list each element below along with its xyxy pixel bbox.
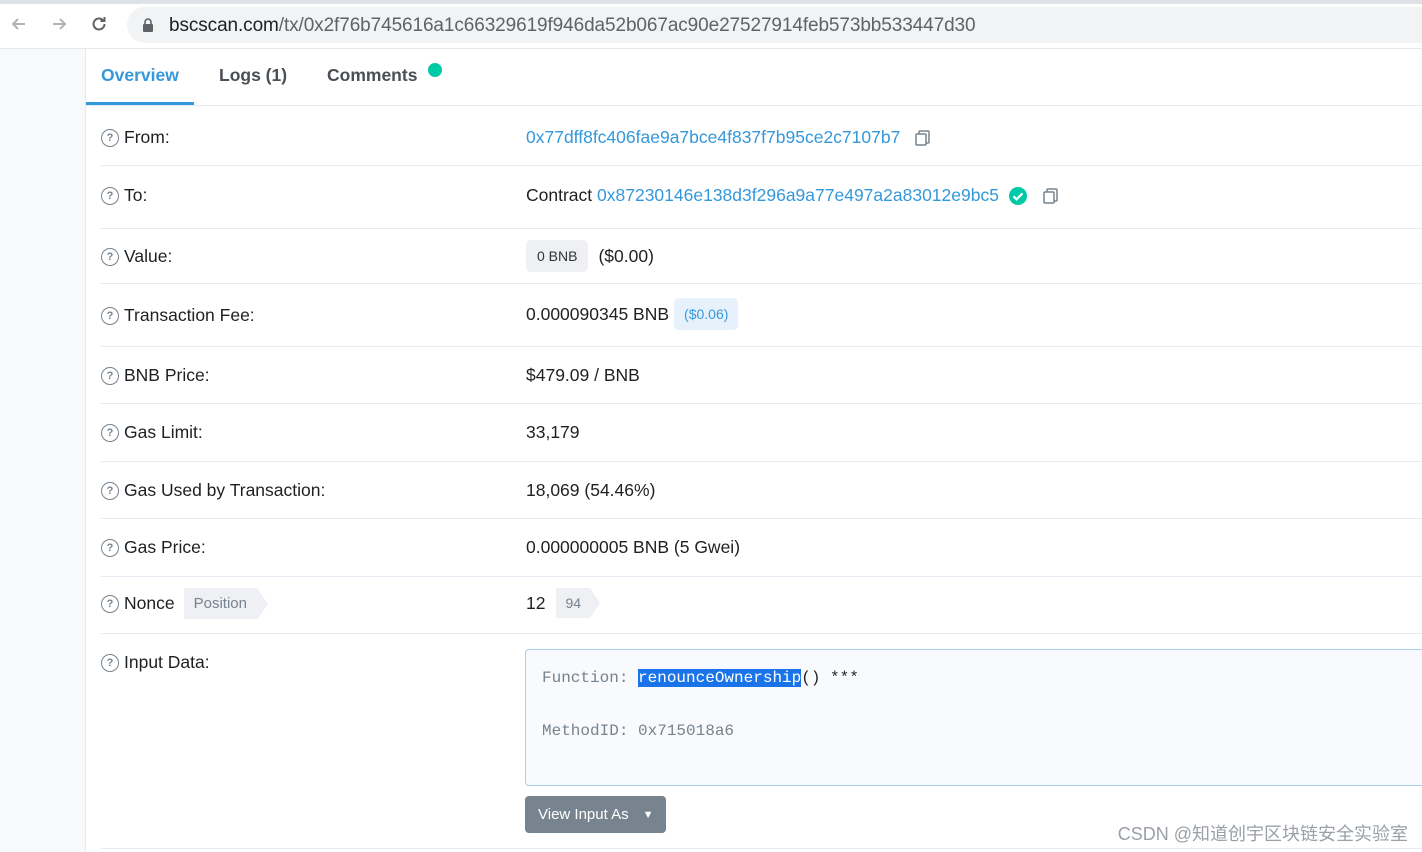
copy-icon[interactable] [914,129,932,147]
tab-strip [0,0,1422,4]
transaction-card: Overview Logs (1) Comments ? From: 0x77df… [85,49,1422,852]
url-text: bscscan.com/tx/0x2f76b745616a1c66329619f… [169,15,976,37]
to-value: Contract 0x87230146e138d3f296a9a77e497a2… [526,185,1060,206]
tab-logs[interactable]: Logs (1) [219,65,287,86]
copy-icon[interactable] [1042,187,1060,205]
fee-usd-badge: ($0.06) [674,298,739,330]
from-label: From: [124,127,170,147]
view-input-as-button[interactable]: View Input As ▼ [525,796,666,833]
row-gas-used: ? Gas Used by Transaction: 18,069 (54.46%… [101,462,1422,519]
input-data-box[interactable]: Function: renounceOwnership() *** Method… [525,649,1422,786]
tab-bar: Overview Logs (1) Comments [86,49,1422,106]
back-arrow-icon [11,18,25,30]
value-label: Value: [124,246,173,266]
help-icon: ? [101,538,119,557]
fee-label-group: ? Transaction Fee: [101,305,255,326]
input-label-group: ? Input Data: [101,652,210,673]
value-usd: ($0.00) [598,245,654,266]
address-bar[interactable]: bscscan.com/tx/0x2f76b745616a1c66329619f… [127,7,1422,43]
chevron-down-icon: ▼ [642,808,654,821]
help-icon: ? [101,247,119,266]
function-line: Function: renounceOwnership() *** [542,669,859,687]
method-id: MethodID: 0x715018a6 [542,722,735,740]
price-label-group: ? BNB Price: [101,365,210,386]
help-icon: ? [101,186,119,205]
fee-label: Transaction Fee: [124,305,255,325]
verified-check-icon [1008,186,1027,205]
forward-arrow-icon [53,18,67,30]
reload-icon [92,17,106,31]
watermark: CSDN @知道创宇区块链安全实验室 [1117,824,1408,844]
help-icon: ? [101,366,119,385]
price-value: $479.09 / BNB [526,365,640,385]
url-path: /tx/0x2f76b745616a1c66329619f946da52b067… [278,15,976,36]
price-label: BNB Price: [124,365,210,385]
gas-price-value: 0.000000005 BNB (5 Gwei) [526,537,741,557]
row-value: ? Value: 0 BNB ($0.00) [101,229,1422,284]
from-value: 0x77dff8fc406fae9a7bce4f837f7b95ce2c7107… [526,127,932,148]
browser-toolbar: bscscan.com/tx/0x2f76b745616a1c66329619f… [0,0,1422,49]
gas-price-label: Gas Price: [124,537,206,557]
gas-price-label-group: ? Gas Price: [101,537,206,558]
lock-icon [143,18,153,32]
function-prefix: Function: [542,669,639,687]
gas-limit-label: Gas Limit: [124,422,203,442]
row-bnb-price: ? BNB Price: $479.09 / BNB [101,347,1422,404]
gas-limit-value: 33,179 [526,422,580,442]
nonce-number: 12 [526,592,546,613]
to-label: To: [124,185,148,205]
from-label-group: ? From: [101,127,170,148]
row-from: ? From: 0x77dff8fc406fae9a7bce4f837f7b95c… [101,107,1422,166]
help-icon: ? [101,128,119,147]
row-nonce: ? Nonce Position 12 94 [101,577,1422,634]
to-label-group: ? To: [101,185,147,206]
gas-used-label: Gas Used by Transaction: [124,480,326,500]
gas-limit-label-group: ? Gas Limit: [101,422,203,443]
value-value: 0 BNB ($0.00) [526,240,654,272]
row-gas-limit: ? Gas Limit: 33,179 [101,404,1422,462]
nonce-position-tag: 94 [556,588,600,618]
position-tag: Position [183,588,269,620]
to-prefix: Contract [526,185,593,205]
row-gas-price: ? Gas Price: 0.000000005 BNB (5 Gwei) [101,519,1422,577]
fee-value: 0.000090345 BNB ($0.06) [526,298,739,330]
function-name-selected: renounceOwnership [638,669,802,687]
from-address-link[interactable]: 0x77dff8fc406fae9a7bce4f837f7b95ce2c7107… [526,127,900,148]
value-label-group: ? Value: [101,246,172,267]
back-button[interactable] [7,12,31,36]
gas-used-value: 18,069 (54.46%) [526,480,656,500]
left-gutter [0,49,85,852]
forward-button[interactable] [47,12,71,36]
nonce-value: 12 94 [526,588,600,618]
gas-used-label-group: ? Gas Used by Transaction: [101,480,325,501]
help-icon: ? [101,423,119,442]
function-suffix: () *** [801,669,859,687]
tab-overview[interactable]: Overview [101,65,179,86]
help-icon: ? [101,653,119,672]
row-to: ? To: Contract 0x87230146e138d3f296a9a77e… [101,166,1422,229]
input-label: Input Data: [124,652,210,672]
help-icon: ? [101,481,119,500]
view-input-as-label: View Input As [538,806,629,823]
reload-button[interactable] [87,12,111,36]
comments-status-dot [428,63,442,77]
to-address-link[interactable]: 0x87230146e138d3f296a9a77e497a2a83012e9b… [597,185,999,206]
help-icon: ? [101,306,119,325]
row-fee: ? Transaction Fee: 0.000090345 BNB ($0.06… [101,284,1422,347]
url-host: bscscan.com [169,15,279,36]
nonce-label: Nonce [124,593,175,613]
nonce-label-group: ? Nonce Position [101,588,269,620]
value-amount-badge: 0 BNB [526,240,589,272]
tab-comments[interactable]: Comments [327,65,417,86]
active-tab-indicator [86,102,194,105]
fee-amount: 0.000090345 BNB [526,303,670,324]
help-icon: ? [101,594,119,613]
